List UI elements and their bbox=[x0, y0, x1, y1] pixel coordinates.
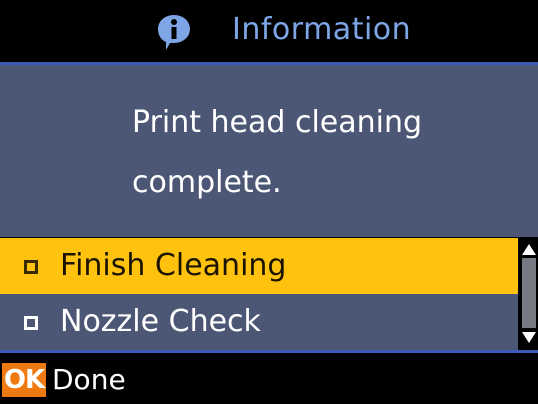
option-nozzle-check[interactable]: Nozzle Check bbox=[0, 294, 518, 350]
option-label: Nozzle Check bbox=[60, 304, 261, 339]
page-title: Information bbox=[232, 12, 412, 47]
message-panel: Print head cleaning complete. bbox=[0, 65, 538, 237]
title-bar: Information bbox=[0, 0, 538, 62]
scroll-track[interactable] bbox=[522, 258, 536, 328]
option-label: Finish Cleaning bbox=[60, 248, 287, 283]
info-icon bbox=[158, 15, 190, 50]
scroll-up-arrow-icon[interactable] bbox=[522, 244, 536, 255]
message-line-1: Print head cleaning bbox=[132, 105, 423, 140]
printer-lcd-screen: Information Print head cleaning complete… bbox=[0, 0, 538, 404]
option-finish-cleaning[interactable]: Finish Cleaning bbox=[0, 238, 518, 294]
bullet-icon bbox=[24, 316, 38, 330]
ok-key-icon[interactable]: OK bbox=[2, 363, 46, 397]
bullet-icon bbox=[24, 260, 38, 274]
bottom-bar: OK Done bbox=[0, 353, 538, 404]
scrollbar[interactable] bbox=[518, 238, 538, 350]
scroll-down-arrow-icon[interactable] bbox=[522, 332, 536, 343]
message-line-2: complete. bbox=[132, 165, 282, 200]
done-label: Done bbox=[52, 363, 126, 396]
